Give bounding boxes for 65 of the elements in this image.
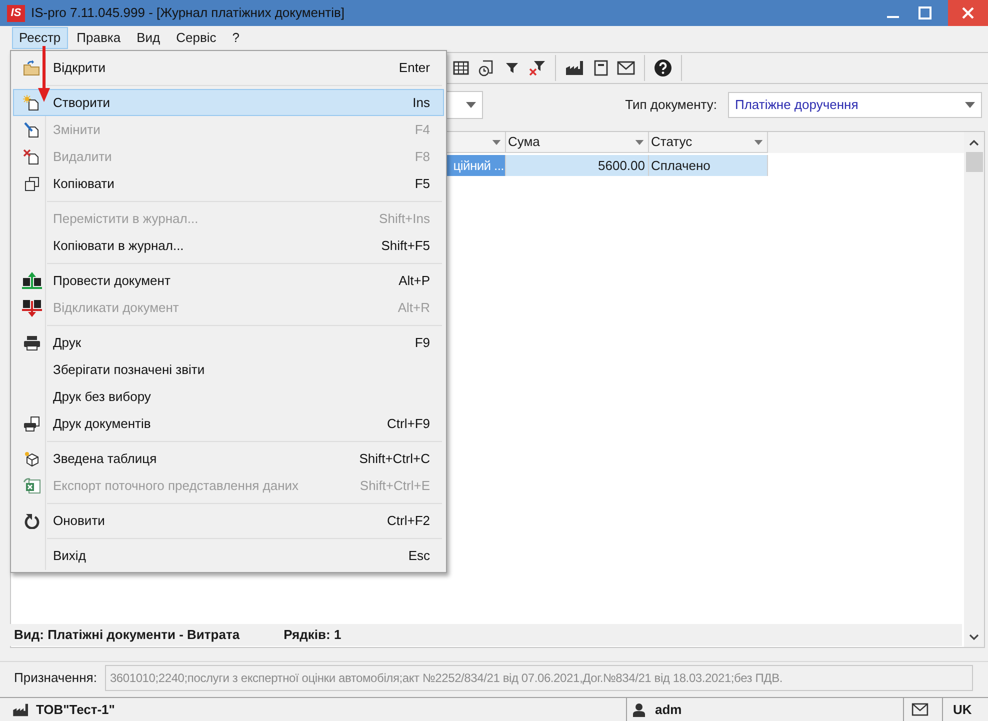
table-cell: 5600.00: [506, 155, 649, 176]
scroll-down-icon[interactable]: [969, 633, 979, 641]
column-header[interactable]: Статус: [649, 132, 768, 153]
menu-bar-item[interactable]: Реєстр: [12, 27, 68, 49]
print-documents-icon: [23, 416, 41, 432]
post-document-icon: [22, 272, 42, 290]
row-count: Рядків: 1: [284, 626, 342, 644]
menu-bar-item[interactable]: Правка: [70, 27, 128, 49]
dropdown-arrow-icon: [466, 102, 476, 108]
menu-bar-item[interactable]: Сервіс: [169, 27, 224, 49]
dropdown-arrow-icon: [965, 102, 975, 108]
document-type-label: Тип документу:: [625, 96, 717, 114]
menu-item[interactable]: Зведена таблиця Shift+Ctrl+C: [13, 445, 444, 472]
filter-clear-icon[interactable]: [528, 59, 546, 77]
window-title: IS-pro 7.11.045.999 - [Журнал платіжних документів]: [31, 4, 345, 22]
menu-item[interactable]: Зберігати позначені звіти: [13, 356, 444, 383]
filter-icon[interactable]: [505, 61, 519, 75]
menu-bar-item[interactable]: Вид: [130, 27, 168, 49]
user-icon: [633, 702, 645, 716]
sort-arrow-icon: [492, 140, 501, 144]
menu-item[interactable]: Вихід Esc: [13, 542, 444, 569]
grid-icon[interactable]: [453, 60, 469, 76]
pivot-table-icon: [23, 450, 41, 466]
pointer-arrow: [38, 46, 50, 102]
menu-item[interactable]: Оновити Ctrl+F2: [13, 507, 444, 534]
revoke-document-icon: [22, 298, 42, 316]
sort-arrow-icon: [754, 140, 763, 144]
company-name: ТОВ"Тест-1": [36, 700, 116, 719]
view-summary: Вид: Платіжні документи - Витрата: [14, 626, 240, 644]
menu-item[interactable]: Провести документ Alt+P: [13, 267, 444, 294]
refresh-icon: [24, 512, 40, 528]
sort-arrow-icon: [635, 140, 644, 144]
menu-item[interactable]: Відкрити Enter: [13, 54, 444, 81]
close-button[interactable]: [948, 0, 988, 26]
new-document-icon: [23, 94, 41, 110]
menu-bar-item[interactable]: ?: [225, 27, 246, 49]
menu-item[interactable]: Друк F9: [13, 329, 444, 356]
factory-icon[interactable]: [565, 60, 585, 76]
menu-item[interactable]: Друк документів Ctrl+F9: [13, 410, 444, 437]
table-cell: Сплачено: [649, 155, 768, 176]
menu-item[interactable]: Друк без вибору: [13, 383, 444, 410]
user-name: adm: [655, 700, 683, 719]
printer-icon: [23, 334, 41, 350]
document-icon[interactable]: [594, 60, 608, 76]
close-icon: [961, 6, 975, 20]
edit-document-icon: [23, 122, 41, 138]
menu-item[interactable]: Копіювати в журнал... Shift+F5: [13, 232, 444, 259]
scroll-thumb[interactable]: [966, 152, 982, 172]
copy-icon: [24, 176, 40, 192]
factory-icon: [12, 702, 30, 716]
purpose-label: Призначення:: [14, 668, 97, 687]
document-type-dropdown[interactable]: Платіжне доручення: [728, 92, 982, 118]
folder-icon: [23, 60, 41, 76]
column-header[interactable]: Сума: [506, 132, 649, 153]
maximize-icon[interactable]: [918, 6, 932, 20]
mail-icon[interactable]: [911, 703, 929, 716]
delete-document-icon: [23, 148, 41, 164]
menu-item[interactable]: Створити Ins: [13, 89, 444, 116]
language-indicator[interactable]: UK: [953, 700, 972, 720]
help-icon[interactable]: [654, 59, 672, 77]
spreadsheet-export-icon: [23, 478, 41, 494]
scroll-up-icon[interactable]: [969, 139, 979, 147]
scrollbar[interactable]: [964, 132, 984, 647]
app-logo: IS: [7, 4, 25, 22]
mail-icon[interactable]: [617, 61, 635, 75]
